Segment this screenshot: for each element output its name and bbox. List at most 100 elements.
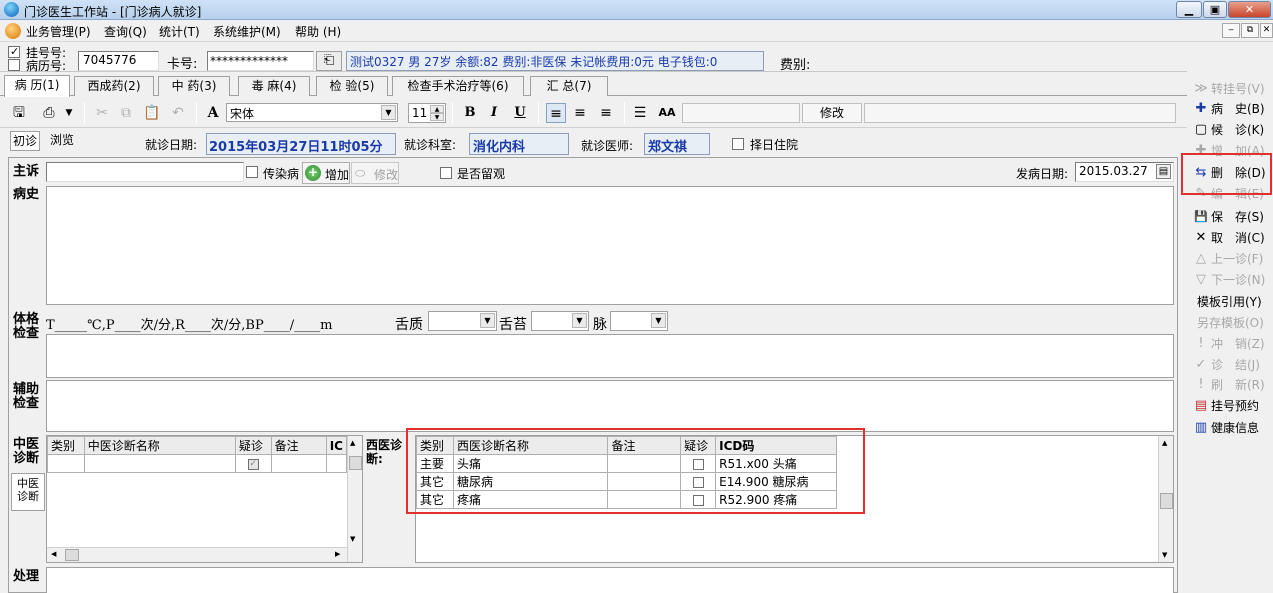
add-infectious-button[interactable]: + 增加 [302, 162, 350, 184]
conclude-button[interactable]: ✓ 诊 结(J) [1189, 355, 1273, 375]
scroll-down-icon[interactable]: ▼ [1162, 551, 1167, 559]
coating-select[interactable]: ▼ [531, 311, 589, 331]
history-button-label: 病 史(B) [1211, 102, 1265, 116]
align-center-button[interactable]: ≡ [570, 103, 590, 123]
cancel-button[interactable]: ✕ 取 消(C) [1189, 228, 1273, 248]
mdi-minimize-button[interactable]: ‒ [1222, 23, 1240, 38]
mdi-close-button[interactable]: ✕ [1260, 23, 1273, 38]
maximize-button[interactable]: ▣ [1203, 1, 1227, 18]
tab-western-medicine[interactable]: 西成药(2) [74, 76, 154, 96]
spin-down-icon[interactable]: ▼ [430, 113, 444, 121]
tab-narcotics[interactable]: 毒 麻(4) [238, 76, 310, 96]
card-read-button[interactable]: ⎗ [316, 51, 342, 71]
tongue-select[interactable]: ▼ [428, 311, 497, 331]
next-visit-button[interactable]: ▽ 下一诊(N) [1189, 270, 1273, 290]
menu-help[interactable]: 帮助 (H) [295, 23, 341, 40]
reg-no-checkbox[interactable] [8, 46, 20, 58]
font-name-select[interactable]: 宋体 ▼ [226, 103, 398, 122]
reverse-button[interactable]: ! 冲 销(Z) [1189, 334, 1273, 354]
record-no-checkbox[interactable] [8, 59, 20, 71]
observe-checkbox[interactable] [440, 167, 452, 179]
browse-tab[interactable]: 浏览 [44, 131, 80, 151]
patient-info: 测试0327 男 27岁 余额:82 费别:非医保 未记帐费用:0元 电子钱包:… [346, 51, 764, 71]
close-button[interactable]: ✕ [1228, 1, 1271, 18]
scroll-up-icon[interactable]: ▲ [350, 439, 355, 447]
print-button[interactable]: ⎙ [38, 103, 60, 123]
save-template-button[interactable]: 另存模板(O) [1189, 313, 1273, 333]
calendar-icon[interactable]: ▤ [1156, 164, 1171, 179]
save-doc-button[interactable]: 🖫 [8, 103, 30, 123]
exam-textarea[interactable] [46, 334, 1174, 378]
undo-icon: ↶ [172, 105, 184, 121]
scroll-up-icon[interactable]: ▲ [1162, 439, 1167, 447]
copy-button[interactable]: ⧉ [116, 103, 136, 123]
font-color-button[interactable]: AA [656, 103, 678, 123]
infectious-checkbox[interactable] [246, 166, 258, 178]
first-visit-tab[interactable]: 初诊 [10, 131, 40, 151]
tab-exam-surgery[interactable]: 检查手术治疗等(6) [392, 76, 524, 96]
history-textarea[interactable] [46, 186, 1174, 305]
minimize-button[interactable]: ▁ [1176, 1, 1202, 18]
menu-query[interactable]: 查询(Q) [104, 23, 147, 40]
scroll-thumb[interactable] [1160, 493, 1173, 509]
paste-button[interactable]: 📋 [142, 103, 162, 123]
doctor-value: 郑文祺 [644, 133, 710, 155]
menu-stats[interactable]: 统计(T) [159, 23, 200, 40]
history-button[interactable]: ✚ 病 史(B) [1189, 99, 1273, 119]
modify-button[interactable]: 修改 [802, 103, 862, 123]
app-menu-icon[interactable] [5, 23, 21, 39]
scroll-down-icon[interactable]: ▼ [350, 535, 355, 543]
onset-date-picker[interactable]: 2015.03.27 ▤ [1075, 162, 1174, 182]
save-button[interactable]: 💾 保 存(S) [1189, 207, 1273, 227]
tab-record[interactable]: 病 历(1) [4, 75, 70, 97]
edit-infectious-button[interactable]: ⬭ 修改 [351, 162, 399, 184]
tcm-horizontal-scrollbar[interactable]: ◀ ▶ [47, 547, 347, 562]
menu-business[interactable]: 业务管理(P) [26, 23, 91, 40]
italic-button[interactable]: I [484, 103, 504, 123]
aux-exam-textarea[interactable] [46, 380, 1174, 432]
font-button[interactable]: A [204, 103, 222, 123]
tab-summary[interactable]: 汇 总(7) [530, 76, 608, 96]
card-no-input[interactable]: ************* [207, 51, 314, 71]
health-info-button[interactable]: ▥ 健康信息 [1189, 418, 1273, 438]
undo-button[interactable]: ↶ [168, 103, 188, 123]
align-left-button[interactable]: ≡ [546, 103, 566, 123]
tcm-col-type: 类别 [47, 436, 85, 455]
mdi-restore-button[interactable]: ⧉ [1241, 23, 1259, 38]
menu-system[interactable]: 系统维护(M) [213, 23, 281, 40]
complaint-input[interactable] [46, 162, 244, 182]
waiting-button[interactable]: ▢ 候 诊(K) [1189, 120, 1273, 140]
bold-button[interactable]: B [460, 103, 480, 123]
align-right-button[interactable]: ≡ [596, 103, 616, 123]
tcm-side-tab[interactable]: 中医诊断 [11, 473, 45, 511]
template-ref-button[interactable]: 模板引用(Y) [1189, 292, 1273, 312]
scroll-thumb[interactable] [349, 456, 362, 470]
table-row[interactable]: ✓ [47, 454, 348, 473]
scroll-right-icon[interactable]: ▶ [335, 550, 340, 558]
cut-button[interactable]: ✂ [92, 103, 112, 123]
transfer-reg-button[interactable]: ≫ 转挂号(V) [1189, 79, 1273, 99]
tab-chinese-medicine[interactable]: 中 药(3) [158, 76, 230, 96]
scroll-left-icon[interactable]: ◀ [51, 550, 56, 558]
underline-button[interactable]: U [510, 103, 530, 123]
bullet-list-button[interactable]: ☰ [630, 103, 650, 123]
font-size-spinner[interactable]: 11 ▲ ▼ [408, 103, 446, 123]
refresh-button[interactable]: ! 刷 新(R) [1189, 375, 1273, 395]
prev-visit-label: 上一诊(F) [1211, 252, 1264, 266]
reverse-label: 冲 销(Z) [1211, 337, 1265, 351]
reg-appointment-button[interactable]: ▤ 挂号预约 [1189, 396, 1273, 416]
treatment-textarea[interactable] [46, 567, 1174, 593]
font-name-value: 宋体 [230, 107, 255, 121]
tcm-suspect-checkbox[interactable]: ✓ [247, 458, 259, 470]
record-no-input[interactable]: 7045776 [78, 51, 159, 71]
spin-up-icon[interactable]: ▲ [430, 105, 444, 113]
prev-visit-button[interactable]: △ 上一诊(F) [1189, 249, 1273, 269]
x-icon: ✕ [1195, 230, 1207, 245]
print-dropdown-button[interactable]: ▼ [62, 103, 76, 123]
scroll-thumb[interactable] [65, 549, 79, 561]
tab-lab[interactable]: 检 验(5) [316, 76, 388, 96]
western-vertical-scrollbar[interactable]: ▲ ▼ [1158, 436, 1173, 562]
tcm-vertical-scrollbar[interactable]: ▲ ▼ [347, 436, 362, 562]
admit-checkbox[interactable] [732, 138, 744, 150]
pulse-select[interactable]: ▼ [610, 311, 668, 331]
